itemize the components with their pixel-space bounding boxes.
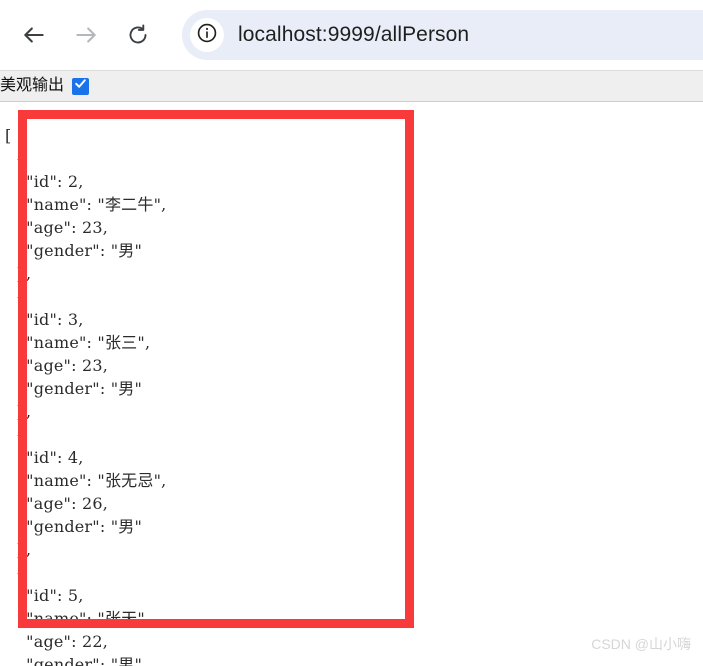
pretty-print-checkbox[interactable] — [72, 77, 90, 95]
url-text[interactable]: localhost:9999/allPerson — [238, 23, 469, 47]
forward-button[interactable] — [64, 13, 108, 57]
pretty-print-label: 美观输出 — [0, 77, 65, 94]
back-button[interactable] — [12, 13, 56, 57]
address-bar[interactable]: localhost:9999/allPerson — [182, 10, 703, 60]
pretty-print-bar: 美观输出 — [0, 70, 703, 102]
info-circle-icon — [196, 22, 218, 49]
json-viewer: [ { "id": 2, "name": "李二牛", "age": 23, "… — [0, 103, 703, 666]
watermark: CSDN @山小嗨 — [591, 636, 691, 652]
site-info-button[interactable] — [190, 18, 224, 52]
json-response-text: [ { "id": 2, "name": "李二牛", "age": 23, "… — [5, 126, 167, 666]
reload-button[interactable] — [116, 13, 160, 57]
checkmark-icon — [74, 77, 87, 95]
reload-icon — [126, 23, 150, 47]
arrow-right-icon — [73, 22, 99, 48]
arrow-left-icon — [21, 22, 47, 48]
